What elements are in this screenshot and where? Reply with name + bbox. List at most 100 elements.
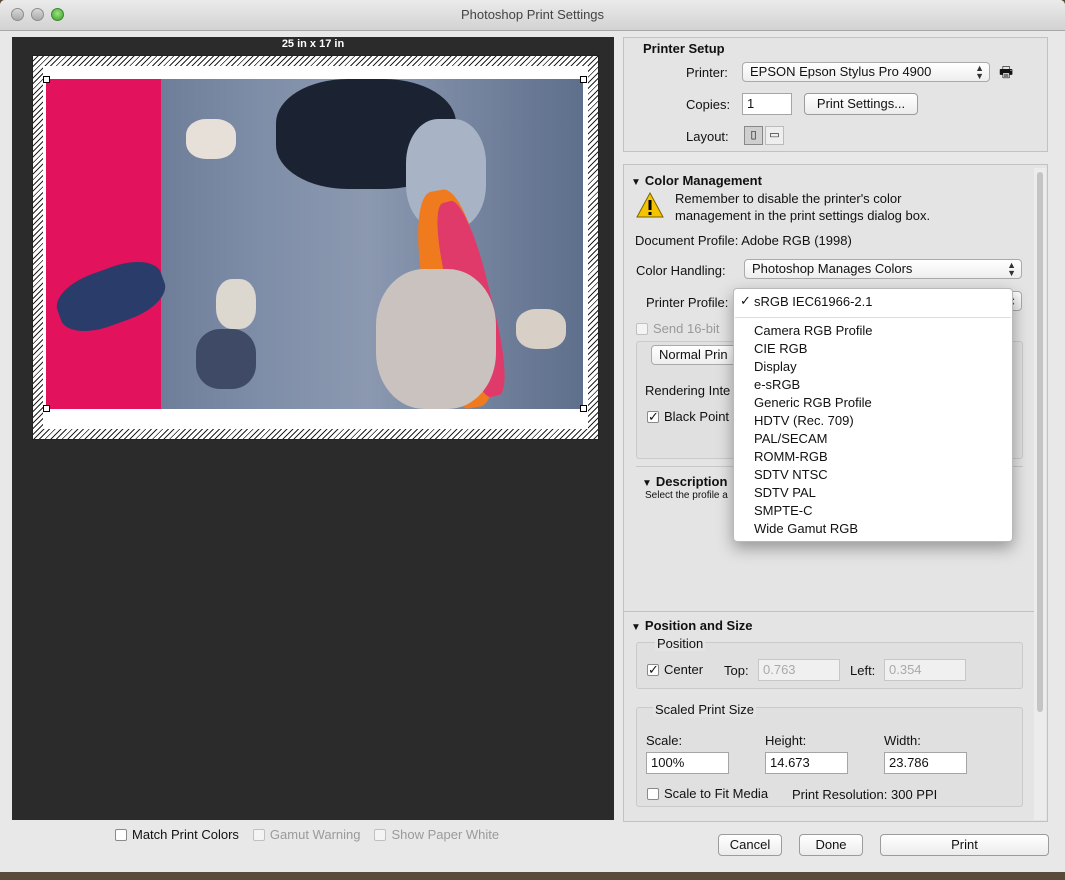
left-input[interactable]: 0.354 — [884, 659, 966, 681]
image-shape — [216, 279, 256, 329]
menu-item[interactable]: Wide Gamut RGB — [754, 521, 858, 536]
printer-select-value: EPSON Epson Stylus Pro 4900 — [750, 64, 932, 79]
layout-label: Layout: — [686, 129, 729, 144]
checkbox-box — [374, 828, 387, 841]
black-point-label: Black Point — [664, 409, 730, 424]
scale-input[interactable]: 100% — [646, 752, 729, 774]
scaled-print-size-group: Scaled Print Size Scale: 100% Height: 14… — [636, 702, 1023, 807]
cancel-button[interactable]: Cancel — [718, 834, 782, 856]
resize-handle[interactable] — [580, 76, 587, 83]
print-preview-area: 25 in x 17 in — [12, 37, 614, 820]
menu-separator — [735, 317, 1011, 318]
scrollbar-thumb[interactable] — [1037, 172, 1043, 712]
checkbox-box — [636, 322, 648, 335]
disclosure-triangle-icon: ▼ — [631, 177, 641, 188]
checkbox-box[interactable] — [115, 828, 127, 841]
menu-item[interactable]: SMPTE-C — [754, 503, 813, 518]
paper-preview — [32, 55, 599, 440]
print-settings-button[interactable]: Print Settings... — [804, 93, 918, 115]
disclosure-triangle-icon: ▼ — [631, 622, 641, 633]
checkbox-box[interactable] — [647, 409, 659, 425]
black-point-checkbox[interactable]: Black Point — [647, 409, 730, 425]
warning-text-line2: management in the print settings dialog … — [675, 208, 931, 223]
color-handling-value: Photoshop Manages Colors — [752, 261, 913, 276]
resize-handle[interactable] — [43, 76, 50, 83]
color-handling-select[interactable]: Photoshop Manages Colors ▲ ▼ — [744, 259, 1022, 279]
window-title: Photoshop Print Settings — [460, 7, 605, 22]
rendering-intent-label: Rendering Inte — [645, 383, 731, 398]
center-label: Center — [664, 662, 704, 677]
menu-item-selected[interactable]: sRGB IEC61966-2.1 — [754, 294, 873, 309]
gamut-warning-label: Gamut Warning — [269, 827, 361, 842]
description-title: Description — [655, 474, 728, 489]
color-management-header[interactable]: ▼ Color Management — [631, 173, 762, 188]
add-printer-icon[interactable]: 🖶 — [999, 62, 1013, 87]
left-label: Left: — [850, 663, 876, 678]
done-button[interactable]: Done — [799, 834, 863, 856]
position-size-header[interactable]: ▼ Position and Size — [631, 618, 753, 633]
image-pink-region — [46, 79, 161, 409]
width-label: Width: — [884, 733, 921, 748]
menu-item[interactable]: ROMM-RGB — [754, 449, 828, 464]
match-print-colors-label: Match Print Colors — [132, 827, 239, 842]
copies-input[interactable]: 1 — [742, 93, 792, 115]
settings-scrollbar[interactable] — [1034, 168, 1046, 820]
printer-select[interactable]: EPSON Epson Stylus Pro 4900 ▲ ▼ — [742, 62, 990, 82]
portrait-layout-icon[interactable]: ▯ — [744, 126, 763, 145]
color-handling-label: Color Handling: — [636, 263, 726, 278]
menu-item[interactable]: SDTV PAL — [754, 485, 816, 500]
menu-item[interactable]: HDTV (Rec. 709) — [754, 413, 854, 428]
printer-setup-title: Printer Setup — [643, 41, 725, 56]
match-print-colors-checkbox[interactable]: Match Print Colors — [115, 827, 239, 842]
checkbox-box[interactable] — [647, 787, 659, 800]
copies-label: Copies: — [686, 97, 731, 112]
resize-handle[interactable] — [580, 405, 587, 412]
menu-item[interactable]: PAL/SECAM — [754, 431, 827, 446]
checkbox-box[interactable] — [647, 662, 659, 678]
normal-printing-value: Normal Prin — [659, 347, 728, 362]
center-checkbox[interactable]: Center — [647, 662, 704, 678]
landscape-layout-icon[interactable]: ▭ — [765, 126, 784, 145]
menu-item[interactable]: e-sRGB — [754, 377, 800, 392]
menu-item[interactable]: SDTV NTSC — [754, 467, 828, 482]
printer-profile-label: Printer Profile: — [646, 295, 729, 310]
divider — [624, 611, 1034, 612]
warning-text-line1: Remember to disable the printer's color — [675, 191, 902, 206]
description-text: Select the profile a — [645, 490, 728, 501]
position-group: Position Center Top: 0.763 Left: 0.354 — [636, 636, 1023, 689]
popup-arrows-icon: ▲▼ — [1007, 260, 1016, 278]
description-header[interactable]: ▼ Description — [642, 474, 727, 489]
menu-item[interactable]: CIE RGB — [754, 341, 807, 356]
image-preview[interactable] — [46, 79, 583, 409]
height-input[interactable]: 14.673 — [765, 752, 848, 774]
position-label: Position — [655, 636, 706, 651]
menu-item[interactable]: Display — [754, 359, 797, 374]
image-shape — [186, 119, 236, 159]
scale-to-fit-checkbox[interactable]: Scale to Fit Media — [647, 786, 768, 801]
top-label: Top: — [724, 663, 749, 678]
printer-label: Printer: — [686, 65, 728, 80]
checkmark-icon: ✓ — [740, 293, 751, 308]
scale-to-fit-label: Scale to Fit Media — [664, 786, 769, 801]
image-shape — [196, 329, 256, 389]
scale-label: Scale: — [646, 733, 683, 748]
show-paper-white-checkbox: Show Paper White — [374, 827, 499, 842]
print-button[interactable]: Print — [880, 834, 1049, 856]
image-shape — [516, 309, 566, 349]
menu-item[interactable]: Generic RGB Profile — [754, 395, 872, 410]
resize-handle[interactable] — [43, 405, 50, 412]
popup-arrows-icon: ▲▼ — [975, 63, 984, 81]
print-resolution: Print Resolution: 300 PPI — [792, 787, 938, 802]
width-input[interactable]: 23.786 — [884, 752, 967, 774]
menu-item[interactable]: Camera RGB Profile — [754, 323, 872, 338]
printer-setup-panel: Printer Setup Printer: EPSON Epson Stylu… — [623, 37, 1048, 152]
send-16bit-label: Send 16-bit — [653, 321, 720, 336]
printer-profile-menu: ✓ sRGB IEC61966-2.1 Camera RGB Profile CI… — [733, 288, 1013, 542]
print-settings-window: Photoshop Print Settings 25 in x 17 in M… — [0, 0, 1065, 872]
send-16bit-checkbox: Send 16-bit — [636, 321, 720, 336]
warning-icon — [636, 192, 664, 218]
disclosure-triangle-icon: ▼ — [642, 478, 652, 489]
document-profile: Document Profile: Adobe RGB (1998) — [635, 233, 852, 248]
position-size-title: Position and Size — [644, 618, 753, 633]
top-input[interactable]: 0.763 — [758, 659, 840, 681]
